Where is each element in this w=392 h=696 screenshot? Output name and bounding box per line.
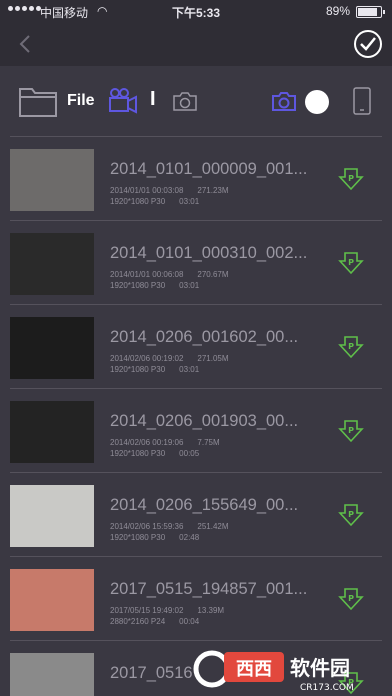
video-thumbnail[interactable]	[10, 569, 94, 631]
file-row[interactable]: 2014_0206_001602_00... 2014/02/06 00:19:0…	[0, 304, 392, 388]
file-duration: 00:05	[179, 449, 200, 458]
confirm-check-icon[interactable]	[352, 28, 384, 60]
download-icon[interactable]: P	[338, 586, 364, 612]
file-date: 2014/01/01 00:06:08	[110, 270, 184, 279]
mode-toggle[interactable]	[305, 90, 329, 114]
file-meta-date-size: 2017/05/15 19:49:02 13.39M	[110, 606, 224, 615]
file-name: 2014_0206_001903_00...	[110, 412, 299, 430]
download-icon[interactable]: P	[338, 334, 364, 360]
mode-separator: I	[150, 88, 156, 110]
file-name: 2014_0101_000310_002...	[110, 244, 308, 262]
file-name: 2014_0206_001602_00...	[110, 328, 299, 346]
mode-toolbar: File I	[0, 66, 392, 136]
download-icon[interactable]: P	[338, 166, 364, 192]
file-date: 2014/02/06 15:59:36	[110, 522, 184, 531]
file-date: 2014/02/06 00:19:06	[110, 438, 184, 447]
row-divider	[10, 304, 382, 305]
video-camera-icon[interactable]	[108, 88, 138, 114]
svg-text:P: P	[348, 426, 354, 435]
video-thumbnail[interactable]	[10, 653, 94, 696]
row-divider	[10, 388, 382, 389]
file-size: 251.42M	[197, 522, 229, 531]
file-name: 2017_0515_194857_001...	[110, 580, 308, 598]
file-meta-date-size: 2014/01/01 00:06:08 270.67M	[110, 270, 229, 279]
phone-icon[interactable]	[352, 86, 372, 116]
file-list: 2014_0101_000009_001... 2014/01/01 00:03:…	[0, 136, 392, 696]
file-size: 13.39M	[197, 606, 225, 615]
row-divider	[10, 472, 382, 473]
row-divider	[10, 556, 382, 557]
status-bar: 中国移动 ◠ 下午5:33 89%	[0, 0, 392, 22]
file-resolution: 2880*2160 P24	[110, 617, 166, 626]
file-name: 2017_0516	[110, 664, 193, 682]
file-meta-resolution-duration: 1920*1080 P30 03:01	[110, 281, 199, 290]
file-meta-date-size: 2014/01/01 00:03:08 271.23M	[110, 186, 229, 195]
file-name: 2014_0206_155649_00...	[110, 496, 299, 514]
file-meta-resolution-duration: 1920*1080 P30 03:01	[110, 197, 199, 206]
folder-icon[interactable]	[18, 84, 58, 118]
file-meta-date-size	[110, 690, 124, 696]
download-icon[interactable]: P	[338, 418, 364, 444]
file-duration: 03:01	[179, 197, 200, 206]
battery-percent: 89%	[325, 4, 350, 18]
back-icon[interactable]	[12, 28, 42, 60]
video-thumbnail[interactable]	[10, 317, 94, 379]
row-divider	[10, 220, 382, 221]
file-size: 271.23M	[197, 186, 229, 195]
file-meta-date-size: 2014/02/06 15:59:36 251.42M	[110, 522, 229, 531]
file-name: 2014_0101_000009_001...	[110, 160, 308, 178]
file-duration: 03:01	[179, 281, 200, 290]
svg-text:P: P	[348, 510, 354, 519]
download-icon[interactable]: P	[338, 250, 364, 276]
svg-text:P: P	[348, 594, 354, 603]
file-resolution: 1920*1080 P30	[110, 197, 166, 206]
watermark-logo: 西西 软件园 CR173.COM	[193, 650, 354, 692]
svg-text:西西: 西西	[236, 659, 272, 680]
svg-text:P: P	[348, 174, 354, 183]
video-thumbnail[interactable]	[10, 485, 94, 547]
file-duration: 00:04	[179, 617, 200, 626]
watermark-text: 软件园	[290, 656, 350, 680]
video-thumbnail[interactable]	[10, 149, 94, 211]
video-thumbnail[interactable]	[10, 401, 94, 463]
download-icon[interactable]: P	[338, 502, 364, 528]
file-date: 2017/05/15 19:49:02	[110, 606, 184, 615]
file-meta-resolution-duration: 2880*2160 P24 00:04	[110, 617, 199, 626]
svg-text:P: P	[348, 258, 354, 267]
file-duration: 03:01	[179, 365, 200, 374]
battery-icon	[356, 6, 385, 18]
file-meta-date-size: 2014/02/06 00:19:06 7.75M	[110, 438, 220, 447]
row-divider	[10, 136, 382, 137]
file-resolution: 1920*1080 P30	[110, 365, 166, 374]
file-resolution: 1920*1080 P30	[110, 533, 166, 542]
file-size: 271.05M	[197, 354, 229, 363]
svg-text:P: P	[348, 342, 354, 351]
file-date: 2014/02/06 00:19:02	[110, 354, 184, 363]
photo-camera-icon[interactable]	[172, 90, 198, 112]
file-meta-resolution-duration: 1920*1080 P30 02:48	[110, 533, 199, 542]
file-meta-resolution-duration: 1920*1080 P30 00:05	[110, 449, 199, 458]
file-duration: 02:48	[179, 533, 200, 542]
watermark-url: CR173.COM	[300, 683, 354, 692]
row-divider	[10, 640, 382, 641]
file-meta-date-size: 2014/02/06 00:19:02 271.05M	[110, 354, 229, 363]
file-resolution: 1920*1080 P30	[110, 449, 166, 458]
video-thumbnail[interactable]	[10, 233, 94, 295]
file-size: 7.75M	[197, 438, 220, 447]
file-meta-resolution-duration: 1920*1080 P30 03:01	[110, 365, 199, 374]
file-label[interactable]: File	[67, 92, 95, 110]
file-date: 2014/01/01 00:03:08	[110, 186, 184, 195]
file-row[interactable]: 2014_0101_000009_001... 2014/01/01 00:03:…	[0, 136, 392, 220]
file-row[interactable]: 2014_0206_001903_00... 2014/02/06 00:19:0…	[0, 388, 392, 472]
file-resolution: 1920*1080 P30	[110, 281, 166, 290]
file-row[interactable]: 2014_0101_000310_002... 2014/01/01 00:06:…	[0, 220, 392, 304]
file-size: 270.67M	[197, 270, 229, 279]
file-row[interactable]: 2017_0515_194857_001... 2017/05/15 19:49:…	[0, 556, 392, 640]
file-row[interactable]: 2014_0206_155649_00... 2014/02/06 15:59:3…	[0, 472, 392, 556]
camera-mode-icon[interactable]	[271, 90, 297, 112]
nav-bar	[0, 22, 392, 66]
